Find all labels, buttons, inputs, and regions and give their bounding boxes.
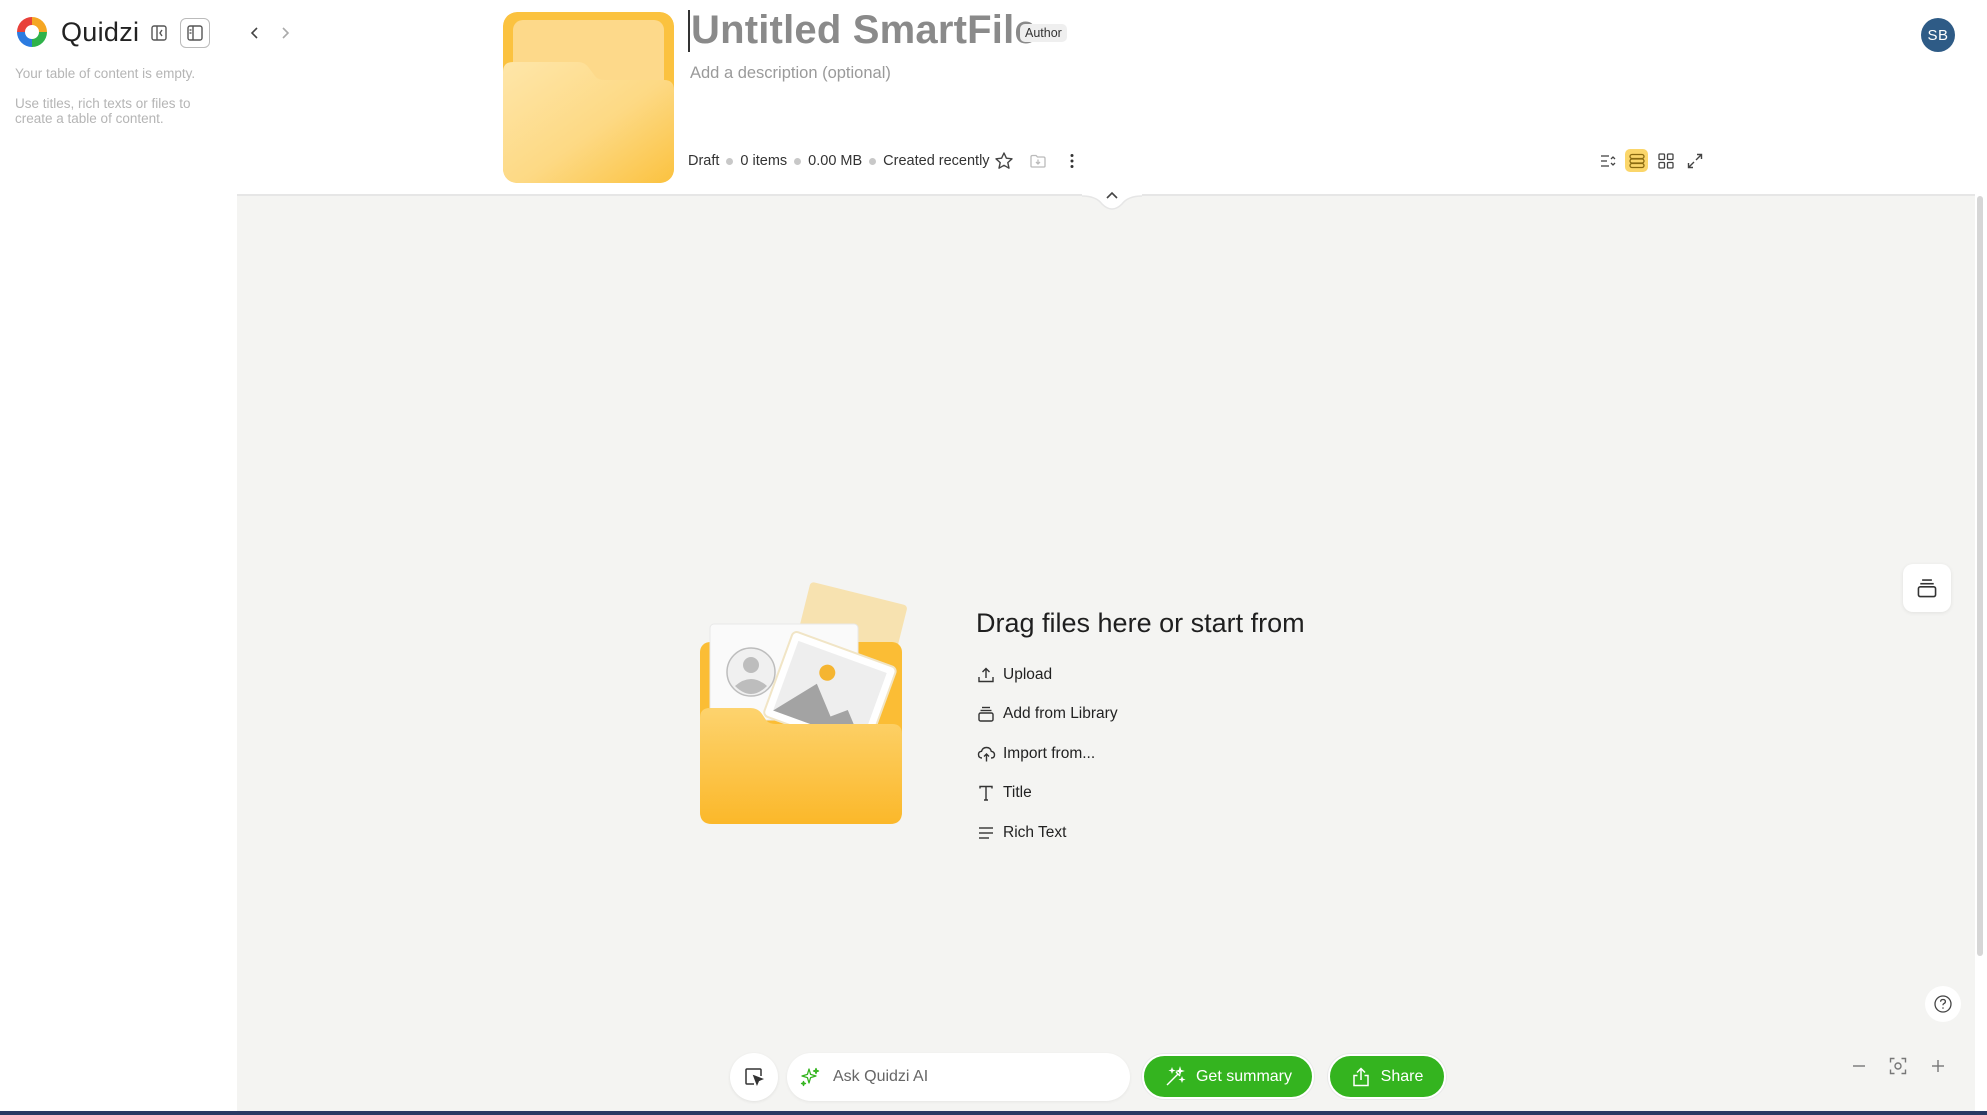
library-icon bbox=[1916, 577, 1938, 599]
brand[interactable]: Quidzi bbox=[14, 14, 139, 50]
add-title-button[interactable]: Title bbox=[976, 774, 1118, 814]
zoom-in-button[interactable] bbox=[1922, 1050, 1954, 1082]
library-icon bbox=[976, 704, 996, 724]
role-badge: Author bbox=[1020, 24, 1067, 42]
get-summary-label: Get summary bbox=[1195, 1067, 1292, 1085]
add-rich-text-button[interactable]: Rich Text bbox=[976, 813, 1118, 853]
separator-dot bbox=[794, 157, 802, 165]
avatar[interactable]: SB bbox=[1921, 18, 1955, 52]
zoom-fit-button[interactable] bbox=[1882, 1050, 1914, 1082]
upload-icon bbox=[976, 665, 996, 685]
file-meta: Draft 0 items 0.00 MB Created recently bbox=[688, 150, 1084, 172]
chevron-right-icon bbox=[278, 26, 292, 40]
import-from-label: Import from... bbox=[1003, 744, 1096, 762]
separator-dot bbox=[869, 157, 877, 165]
add-from-library-button[interactable]: Add from Library bbox=[976, 695, 1118, 735]
select-mode-button[interactable] bbox=[730, 1053, 778, 1101]
chevron-up-icon bbox=[1105, 189, 1119, 201]
cursor-select-icon bbox=[743, 1066, 765, 1088]
outline-view-button[interactable] bbox=[1596, 149, 1619, 172]
folder-download-icon bbox=[1029, 152, 1047, 170]
minus-icon bbox=[1850, 1057, 1868, 1075]
magic-wand-icon bbox=[1164, 1065, 1186, 1088]
view-toolbar bbox=[1596, 149, 1706, 172]
quidzi-logo-icon bbox=[14, 14, 50, 50]
sparkle-icon bbox=[799, 1066, 821, 1088]
get-summary-button[interactable]: Get summary bbox=[1142, 1054, 1314, 1099]
grid-icon bbox=[1657, 152, 1675, 170]
more-vertical-icon bbox=[1063, 152, 1081, 170]
cloud-import-icon bbox=[976, 744, 996, 764]
ask-ai-input[interactable] bbox=[833, 1068, 1093, 1086]
collapse-header-button[interactable] bbox=[1082, 186, 1142, 212]
expand-icon bbox=[1686, 152, 1704, 170]
toc-empty-hint: Use titles, rich texts or files to creat… bbox=[15, 95, 191, 127]
drop-zone-title: Drag files here or start from bbox=[976, 608, 1305, 638]
import-from-button[interactable]: Import from... bbox=[976, 734, 1118, 774]
library-panel-button[interactable] bbox=[1903, 564, 1951, 612]
star-icon bbox=[994, 151, 1014, 171]
move-to-folder-button[interactable] bbox=[1026, 149, 1050, 173]
text-caret bbox=[688, 9, 690, 52]
page-title[interactable]: Untitled SmartFile bbox=[688, 8, 1037, 53]
brand-name: Quidzi bbox=[61, 16, 140, 47]
file-size: 0.00 MB bbox=[808, 153, 863, 169]
ask-ai-bar[interactable] bbox=[787, 1053, 1130, 1101]
upload-button[interactable]: Upload bbox=[976, 655, 1118, 695]
zoom-out-button[interactable] bbox=[1843, 1050, 1875, 1082]
chevron-left-icon bbox=[248, 26, 262, 40]
list-view-button[interactable] bbox=[1625, 149, 1648, 172]
created-date: Created recently bbox=[883, 153, 990, 169]
sidebar-panel-icon bbox=[186, 24, 204, 42]
empty-state-illustration bbox=[696, 582, 916, 844]
more-options-button[interactable] bbox=[1060, 149, 1084, 173]
page-title-text: Untitled SmartFile bbox=[691, 8, 1037, 52]
title-icon bbox=[976, 783, 996, 803]
share-upload-icon bbox=[1351, 1066, 1371, 1088]
window-border bbox=[0, 1111, 1987, 1115]
collapse-sidebar-button[interactable] bbox=[145, 19, 173, 47]
forward-button[interactable] bbox=[274, 22, 296, 44]
list-sort-icon bbox=[1599, 152, 1617, 170]
toc-empty-message: Your table of content is empty. Use titl… bbox=[15, 66, 210, 141]
start-options-list: Upload Add from Library Import from... T… bbox=[976, 655, 1118, 853]
stack-view-icon bbox=[1628, 152, 1646, 170]
item-count: 0 items bbox=[740, 153, 788, 169]
description-field[interactable]: Add a description (optional) bbox=[690, 64, 891, 83]
focus-frame-icon bbox=[1888, 1056, 1908, 1076]
sidebar: Quidzi Your table of content is empty. U… bbox=[0, 0, 237, 1115]
toc-empty-text: Your table of content is empty. bbox=[15, 66, 196, 81]
status-badge: Draft bbox=[688, 153, 720, 169]
add-from-library-label: Add from Library bbox=[1003, 705, 1118, 723]
panel-collapse-icon bbox=[150, 24, 168, 42]
scrollbar-thumb[interactable] bbox=[1977, 196, 1983, 956]
smartfile-cover[interactable] bbox=[503, 12, 674, 183]
help-icon bbox=[1933, 994, 1953, 1014]
help-button[interactable] bbox=[1925, 986, 1961, 1022]
share-label: Share bbox=[1380, 1067, 1424, 1085]
share-button[interactable]: Share bbox=[1328, 1054, 1446, 1099]
toc-panel-button[interactable] bbox=[180, 18, 210, 48]
folder-icon bbox=[503, 12, 674, 183]
add-title-label: Title bbox=[1003, 784, 1032, 802]
fullscreen-button[interactable] bbox=[1683, 149, 1706, 172]
add-rich-text-label: Rich Text bbox=[1003, 823, 1067, 841]
rich-text-icon bbox=[976, 823, 996, 843]
separator-dot bbox=[726, 157, 734, 165]
grid-view-button[interactable] bbox=[1654, 149, 1677, 172]
upload-label: Upload bbox=[1003, 665, 1053, 683]
plus-icon bbox=[1929, 1057, 1947, 1075]
back-button[interactable] bbox=[244, 22, 266, 44]
favorite-button[interactable] bbox=[992, 149, 1016, 173]
